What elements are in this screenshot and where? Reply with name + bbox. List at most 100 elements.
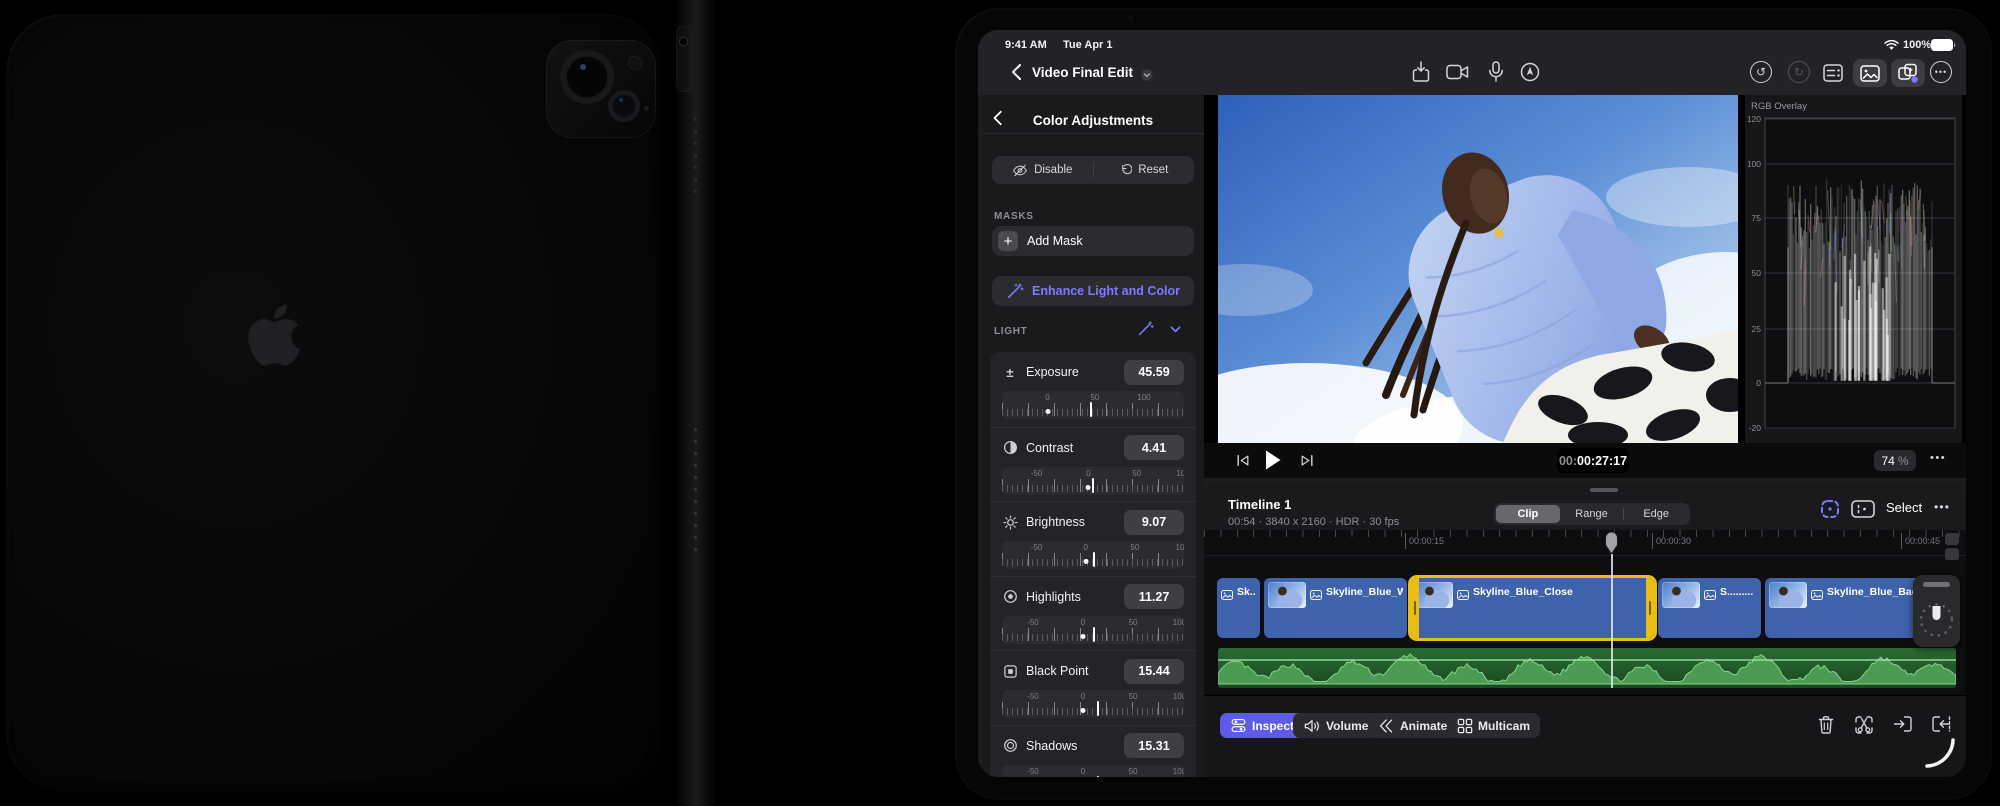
scope-tick-label: 120	[1746, 114, 1761, 124]
audio-waveform-strip[interactable]	[1217, 648, 1957, 688]
sheet-drag-handle[interactable]	[1590, 488, 1618, 492]
mode-edge[interactable]: Edge	[1624, 505, 1688, 523]
light-auto-wand-icon[interactable]	[1137, 320, 1154, 337]
timeline-clip[interactable]: S.........	[1658, 578, 1761, 638]
adjustment-slider[interactable]: 0 50 100	[1002, 391, 1184, 419]
animate-button[interactable]: Animate	[1368, 713, 1458, 738]
viewer-zoom-control[interactable]: 74 %	[1874, 450, 1916, 471]
slider-value-line[interactable]	[1096, 775, 1099, 777]
pointer-icon[interactable]	[1520, 62, 1540, 82]
connect-clip-icon[interactable]	[1930, 714, 1952, 734]
zoom-value: 74	[1881, 453, 1895, 468]
disable-button[interactable]: Disable	[992, 164, 1093, 177]
slider-value-line[interactable]	[1089, 402, 1092, 417]
slider-tick-label: 50	[1128, 692, 1138, 701]
blade-cut-icon[interactable]	[1852, 713, 1876, 737]
enhance-button[interactable]: Enhance Light and Color	[992, 276, 1194, 306]
camera-lens-icon	[608, 90, 640, 122]
skip-forward-icon[interactable]	[1300, 454, 1314, 467]
adjustment-value[interactable]: 4.41	[1124, 435, 1184, 460]
playhead-handle[interactable]	[1604, 531, 1619, 556]
reset-button[interactable]: Reset	[1094, 163, 1195, 177]
chevron-down-icon[interactable]	[1140, 68, 1154, 82]
more-icon[interactable]: •••	[1930, 61, 1952, 83]
adjustment-slider[interactable]: -50 0 50 100	[1002, 690, 1184, 718]
adjustment-label: Shadows	[1026, 738, 1078, 753]
media-panel-icon[interactable]	[1853, 59, 1887, 87]
select-tool-label[interactable]: Select	[1886, 500, 1922, 515]
ruler-scroll-button[interactable]	[1945, 533, 1959, 545]
adjustment-value[interactable]: 15.31	[1124, 733, 1184, 758]
exposure-icon: ±	[1006, 364, 1014, 380]
volume-button[interactable]: Volume	[1293, 713, 1379, 738]
trim-handle-right[interactable]	[1646, 578, 1654, 638]
masks-section-label: MASKS	[994, 211, 1034, 222]
skip-back-icon[interactable]	[1236, 454, 1250, 467]
timeline-clip[interactable]: Sk.......	[1217, 578, 1260, 638]
adjustment-value[interactable]: 15.44	[1124, 658, 1184, 684]
jog-wheel[interactable]	[1913, 575, 1960, 647]
scope-title: RGB Overlay	[1751, 101, 1807, 112]
adjustment-value[interactable]: 9.07	[1124, 509, 1184, 535]
timeline-ruler[interactable]: 00:00:15 00:00:30 00:00:45	[1204, 530, 1966, 556]
timecode-display[interactable]: 00: 00:27:17	[1557, 448, 1629, 473]
multicam-button[interactable]: Multicam	[1447, 713, 1541, 738]
adjustment-value[interactable]: 45.59	[1124, 359, 1184, 385]
timeline-clip[interactable]: Skyline_Blue_Close	[1411, 578, 1654, 638]
slider-value-line[interactable]	[1091, 477, 1094, 493]
jog-grip[interactable]	[1923, 582, 1950, 587]
effects-panel-icon[interactable]	[1891, 59, 1925, 87]
slider-value-line[interactable]	[1096, 701, 1099, 716]
scope-tick-label: -20	[1748, 423, 1761, 433]
add-mask-button[interactable]: + Add Mask	[992, 226, 1194, 256]
undo-icon[interactable]: ↺	[1750, 61, 1772, 83]
import-media-icon[interactable]	[1411, 61, 1431, 83]
slider-ticks	[1002, 702, 1184, 715]
clip-thumbnail	[1268, 582, 1306, 608]
magic-wand-icon	[1007, 283, 1024, 299]
adjustment-slider[interactable]: -50 0 50 100	[1002, 764, 1184, 777]
edge-speaker-holes	[694, 118, 697, 202]
panel-title: Color Adjustments	[1032, 113, 1154, 128]
playhead-line[interactable]	[1610, 554, 1613, 688]
rgb-overlay-scope: RGB Overlay 120 100 75 50 25 0 -20	[1745, 95, 1962, 443]
delete-icon[interactable]	[1816, 714, 1836, 736]
browser-panel-icon[interactable]	[1816, 59, 1850, 87]
slider-tick-label: 100	[1172, 766, 1184, 776]
inspect-button[interactable]: Inspect	[1220, 713, 1305, 738]
slider-value-line[interactable]	[1092, 626, 1095, 642]
contrast-icon	[1002, 440, 1018, 455]
redo-icon[interactable]: ↻	[1788, 61, 1810, 83]
timeline-clip[interactable]: Skyline_Blue_Wide	[1264, 578, 1407, 638]
project-title[interactable]: Video Final Edit	[1032, 65, 1133, 80]
viewer-more-icon[interactable]: •••	[1930, 452, 1946, 464]
timeline-more-icon[interactable]: •••	[1934, 500, 1950, 514]
overwrite-icon[interactable]	[1892, 714, 1914, 734]
ruler-timecode-label: 00:00:15	[1405, 533, 1444, 549]
adjustment-slider[interactable]: -50 0 50 100	[1002, 541, 1184, 569]
back-chevron-icon[interactable]	[1008, 62, 1028, 82]
slider-tick-label: 100	[1176, 468, 1184, 478]
trim-handle-left[interactable]	[1411, 578, 1419, 638]
plus-icon: +	[998, 231, 1018, 251]
timeline-track-area: 00:00:15 00:00:30 00:00:45 Sk....... Skylin…	[1204, 530, 1966, 695]
inspect-sliders-icon	[1231, 718, 1246, 733]
light-collapse-chevron-icon[interactable]	[1168, 322, 1183, 337]
adjustment-slider[interactable]: -50 0 50 100	[1002, 615, 1184, 644]
timecode-value: 00:27:17	[1577, 453, 1628, 468]
adjustment-value[interactable]: 11.27	[1124, 584, 1184, 609]
slider-tick-label: 0	[1083, 543, 1088, 552]
clip-media-icon	[1457, 582, 1469, 605]
slider-value-line[interactable]	[1093, 552, 1096, 567]
storyline-icon[interactable]	[1850, 497, 1876, 521]
mode-clip[interactable]: Clip	[1496, 505, 1560, 523]
microphone-icon[interactable]	[1488, 61, 1504, 83]
mode-range[interactable]: Range	[1560, 505, 1624, 523]
ruler-scroll-button[interactable]	[1945, 548, 1959, 560]
eye-off-icon	[1013, 164, 1028, 176]
play-icon[interactable]	[1264, 449, 1282, 471]
slider-tick-label: 0	[1086, 468, 1091, 478]
adjustment-slider[interactable]: -50 0 50 100	[1002, 466, 1184, 495]
magnetic-timeline-icon[interactable]	[1818, 497, 1842, 521]
video-camera-icon[interactable]	[1446, 63, 1470, 81]
